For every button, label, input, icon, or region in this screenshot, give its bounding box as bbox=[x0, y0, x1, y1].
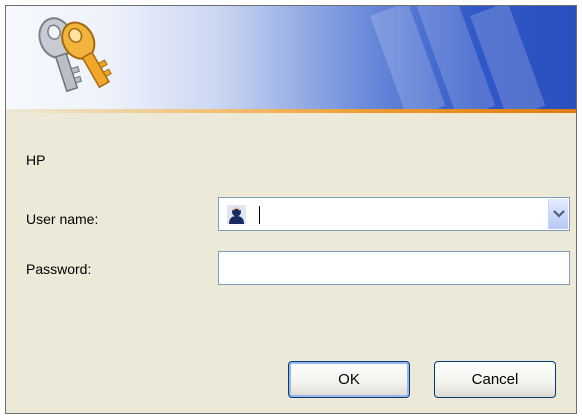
password-field[interactable] bbox=[218, 251, 570, 285]
banner-stripe bbox=[6, 109, 576, 113]
user-name-combobox[interactable] bbox=[218, 197, 570, 231]
dropdown-button[interactable] bbox=[548, 199, 568, 229]
password-label: Password: bbox=[26, 261, 92, 277]
server-name: HP bbox=[26, 152, 46, 168]
banner bbox=[6, 6, 576, 109]
cancel-button[interactable]: Cancel bbox=[434, 361, 556, 398]
chevron-down-icon bbox=[553, 210, 565, 218]
user-name-label: User name: bbox=[26, 211, 99, 227]
ok-button[interactable]: OK bbox=[288, 361, 410, 398]
user-avatar-icon bbox=[227, 205, 246, 224]
keys-watermark-icon bbox=[370, 6, 546, 109]
keys-icon bbox=[38, 17, 112, 93]
text-cursor bbox=[259, 206, 260, 224]
login-dialog: HP User name: Password: OK Cancel bbox=[5, 5, 577, 414]
